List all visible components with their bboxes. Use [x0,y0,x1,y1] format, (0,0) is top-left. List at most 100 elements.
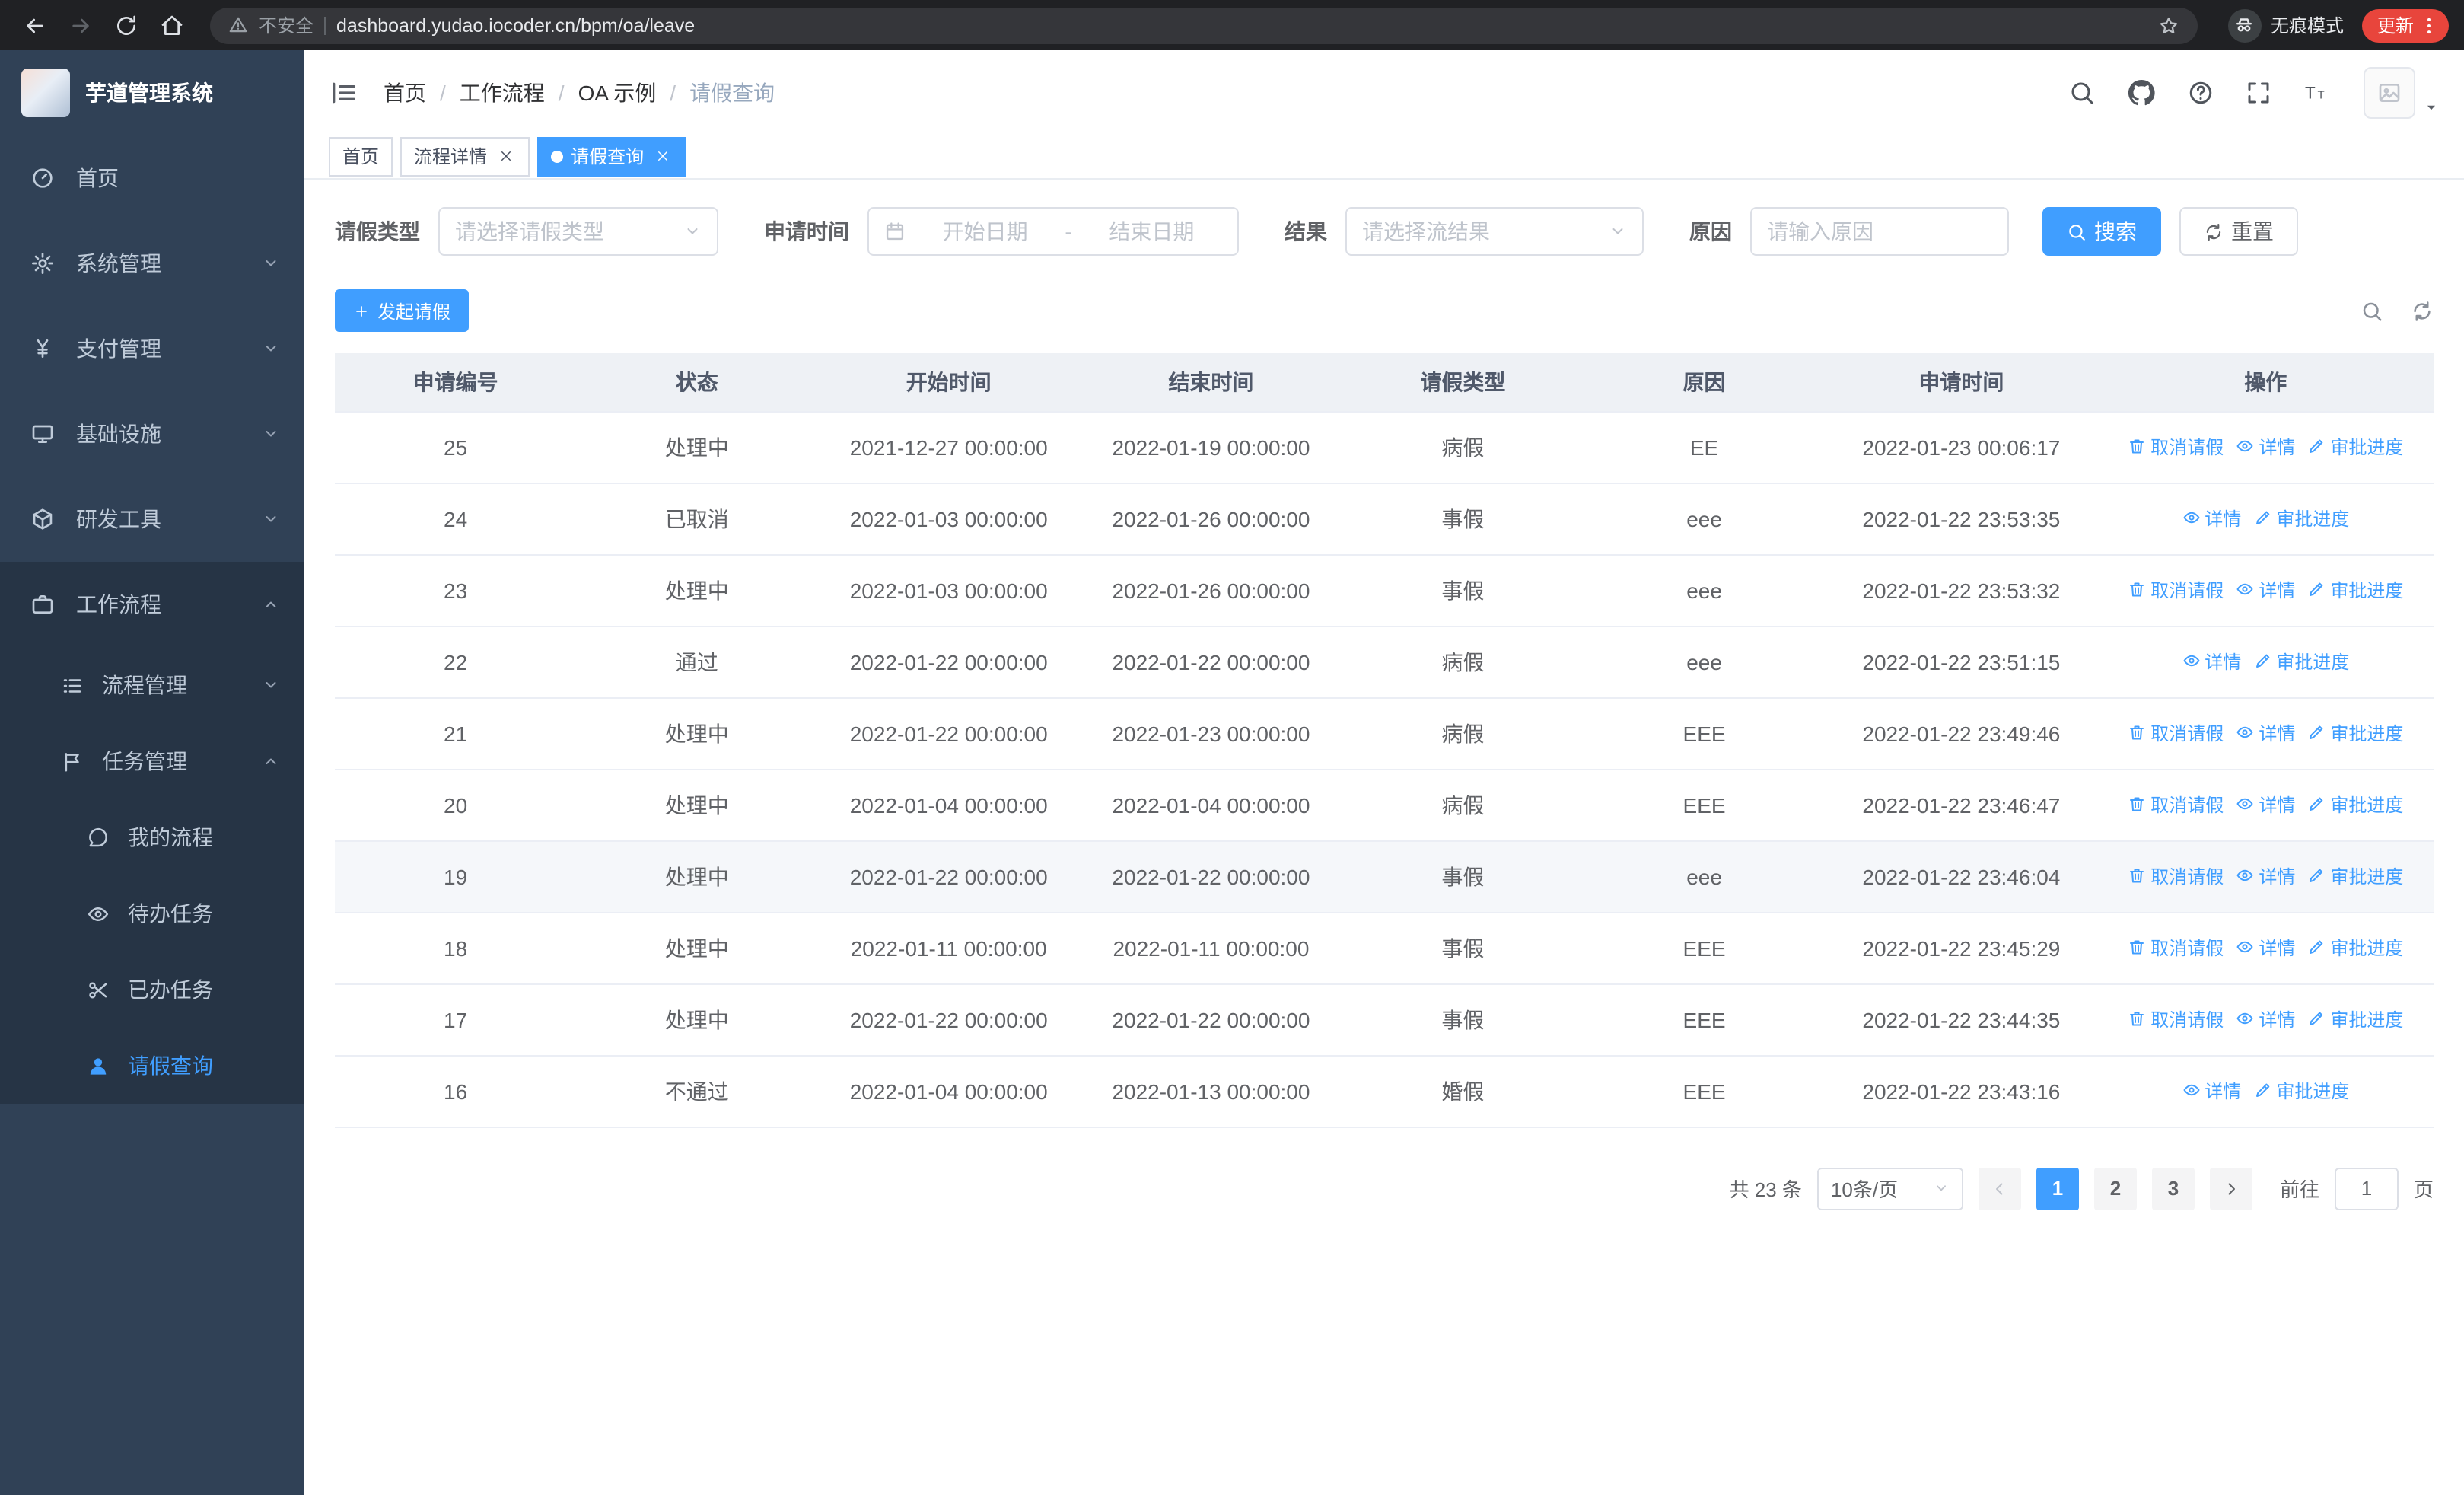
sidebar-item-infrastructure[interactable]: 基础设施 [0,391,304,477]
fullscreen-icon[interactable] [2245,78,2272,106]
reset-button-label: 重置 [2231,219,2274,244]
cell-actions: 取消请假 详情 审批进度 [2097,411,2434,483]
close-icon[interactable] [495,145,516,167]
tab-process-detail[interactable]: 流程详情 [400,136,530,176]
approval-progress-link[interactable]: 审批进度 [2307,863,2403,889]
sidebar-item-workflow[interactable]: 工作流程 [0,562,304,647]
cancel-leave-link[interactable]: 取消请假 [2128,792,2224,818]
sidebar-item-leave-query[interactable]: 请假查询 [0,1028,304,1104]
cell-apply-id: 25 [335,411,577,483]
detail-link[interactable]: 详情 [2182,505,2241,531]
table-row: 16 不通过 2022-01-04 00:00:00 2022-01-13 00:00… [335,1055,2434,1127]
page-button-3[interactable]: 3 [2151,1167,2195,1210]
approval-progress-link[interactable]: 审批进度 [2307,434,2403,460]
cell-status: 不通过 [576,1055,818,1127]
github-icon[interactable] [2126,77,2157,107]
next-page-button[interactable] [2209,1167,2252,1210]
tab-leave-query[interactable]: 请假查询 [537,136,687,176]
sidebar-item-dev-tools[interactable]: 研发工具 [0,477,304,562]
approval-progress-link[interactable]: 审批进度 [2307,720,2403,746]
tab-home[interactable]: 首页 [329,136,393,176]
cell-reason: EEE [1583,983,1826,1056]
col-reason: 原因 [1583,353,1826,412]
breadcrumb-workflow[interactable]: 工作流程 [460,77,545,107]
close-icon[interactable] [651,145,673,167]
sidebar-item-my-process[interactable]: 我的流程 [0,799,304,875]
approval-progress-link[interactable]: 审批进度 [2307,1006,2403,1032]
cell-actions: 取消请假 详情 审批进度 [2097,840,2434,913]
search-icon[interactable] [2068,78,2096,106]
edit-icon [2307,724,2326,742]
browser-back-button[interactable] [15,5,55,45]
sidebar-item-done-tasks[interactable]: 已办任务 [0,952,304,1028]
sidebar-item-home[interactable]: 首页 [0,135,304,221]
cancel-leave-link[interactable]: 取消请假 [2128,434,2224,460]
calendar-icon [884,221,906,242]
cancel-leave-link[interactable]: 取消请假 [2128,577,2224,603]
edit-icon [2253,509,2271,528]
cell-apply-id: 23 [335,554,577,626]
approval-progress-link[interactable]: 审批进度 [2307,935,2403,961]
help-icon[interactable] [2187,78,2214,106]
cancel-leave-link[interactable]: 取消请假 [2128,935,2224,961]
page-button-1[interactable]: 1 [2036,1167,2079,1210]
collapse-sidebar-icon[interactable] [329,77,359,107]
page-button-2[interactable]: 2 [2093,1167,2137,1210]
sidebar-item-payment-mgmt[interactable]: 支付管理 [0,306,304,391]
detail-link[interactable]: 详情 [2236,863,2295,889]
browser-update-menu-button[interactable]: 更新 [2361,8,2449,42]
sidebar-item-task-mgmt[interactable]: 任务管理 [0,723,304,799]
app-logo[interactable]: 芋道管理系统 [0,50,304,135]
approval-progress-link[interactable]: 审批进度 [2253,649,2349,674]
prev-page-button[interactable] [1978,1167,2021,1210]
breadcrumb-home[interactable]: 首页 [384,77,426,107]
page-size-select[interactable]: 10条/页 [1816,1167,1963,1210]
detail-link[interactable]: 详情 [2236,577,2295,603]
browser-forward-button[interactable] [61,5,100,45]
reset-button[interactable]: 重置 [2179,207,2298,256]
approval-progress-link[interactable]: 审批进度 [2307,577,2403,603]
detail-link[interactable]: 详情 [2236,720,2295,746]
page-size-value: 10条/页 [1830,1178,1899,1201]
sidebar-item-system-mgmt[interactable]: 系统管理 [0,221,304,306]
goto-page-input[interactable] [2334,1167,2399,1210]
leave-type-select[interactable]: 请选择请假类型 [438,207,718,256]
toggle-search-icon[interactable] [2361,299,2383,322]
cell-leave-type: 病假 [1342,626,1584,698]
page-url[interactable]: dashboard.yudao.iocoder.cn/bpm/oa/leave [336,14,2147,36]
security-warning-icon[interactable] [228,15,248,35]
approval-progress-link[interactable]: 审批进度 [2307,792,2403,818]
result-select[interactable]: 请选择流结果 [1345,207,1644,256]
approval-progress-link[interactable]: 审批进度 [2253,1078,2349,1104]
browser-home-button[interactable] [152,5,192,45]
col-apply-time: 申请时间 [1825,353,2098,412]
chevron-down-icon [683,222,702,241]
user-menu[interactable] [2364,66,2440,118]
sidebar-item-process-mgmt[interactable]: 流程管理 [0,647,304,723]
avatar[interactable] [2364,66,2415,118]
create-leave-button[interactable]: 发起请假 [335,289,470,332]
detail-link[interactable]: 详情 [2182,649,2241,674]
delete-icon [2128,867,2146,885]
reason-input[interactable] [1750,207,2009,256]
address-bar[interactable]: 不安全 dashboard.yudao.iocoder.cn/bpm/oa/le… [210,7,2198,43]
cancel-leave-link[interactable]: 取消请假 [2128,863,2224,889]
detail-link[interactable]: 详情 [2236,935,2295,961]
sidebar-item-todo-tasks[interactable]: 待办任务 [0,875,304,952]
detail-link[interactable]: 详情 [2236,434,2295,460]
apply-time-range-picker[interactable]: 开始日期 - 结束日期 [867,207,1239,256]
detail-link[interactable]: 详情 [2236,792,2295,818]
bookmark-star-icon[interactable] [2158,14,2179,36]
detail-link[interactable]: 详情 [2182,1078,2241,1104]
cancel-leave-link[interactable]: 取消请假 [2128,720,2224,746]
approval-progress-link[interactable]: 审批进度 [2253,505,2349,531]
cell-apply-time: 2022-01-22 23:53:35 [1825,483,2098,555]
font-size-icon[interactable]: TT [2303,78,2330,106]
browser-reload-button[interactable] [107,5,146,45]
sidebar-item-label: 任务管理 [102,749,187,773]
refresh-table-icon[interactable] [2411,299,2434,322]
cancel-leave-link[interactable]: 取消请假 [2128,1006,2224,1032]
search-button[interactable]: 搜索 [2042,207,2161,256]
detail-link[interactable]: 详情 [2236,1006,2295,1032]
breadcrumb-oa-example[interactable]: OA 示例 [578,77,657,107]
